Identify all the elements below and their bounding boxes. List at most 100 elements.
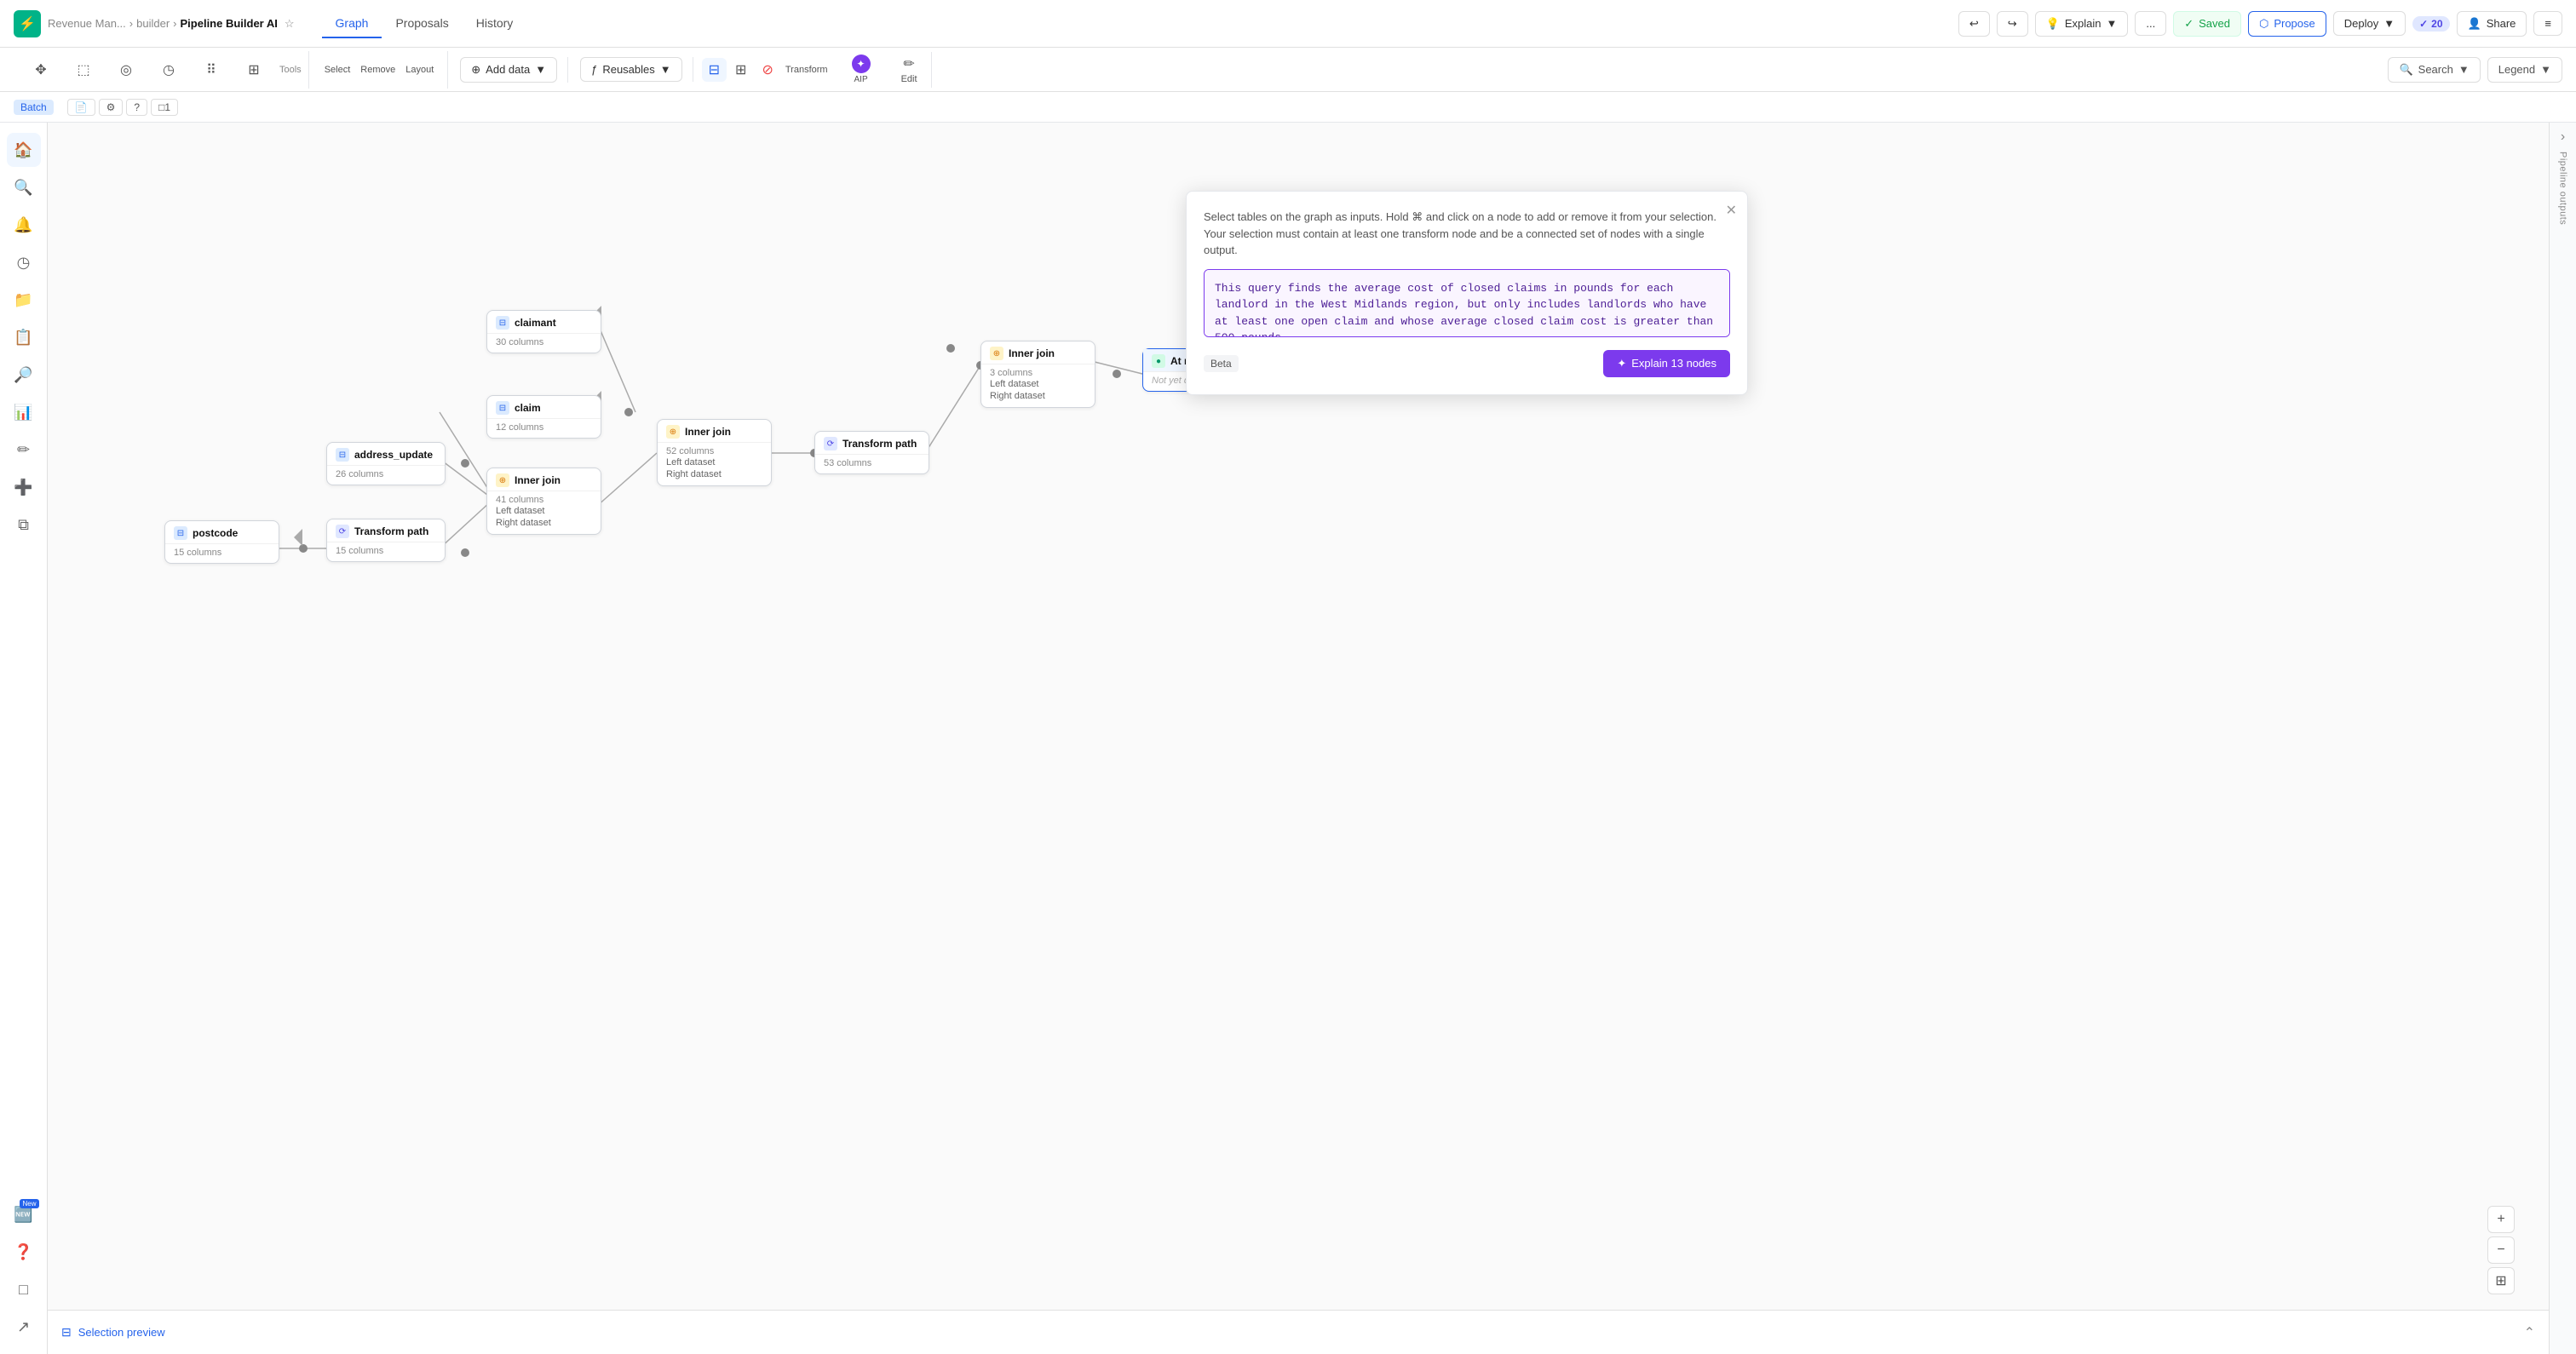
zoom-fit-button[interactable]: ⊞ [2487,1267,2515,1294]
popup-footer: Beta ✦ Explain 13 nodes [1204,350,1730,377]
explain-button[interactable]: 💡 Explain ▼ [2035,11,2129,37]
transform-node-icon2: ⟳ [824,437,837,450]
select-tool-button[interactable]: ⬚ [63,51,104,89]
target-icon: ◎ [120,61,132,78]
target-tool-button[interactable]: ◎ [106,51,147,89]
deploy-button[interactable]: Deploy ▼ [2333,11,2406,36]
sidebar-item-arrow[interactable]: ↗ [7,1310,41,1344]
breadcrumb-parent[interactable]: Revenue Man... [48,17,126,30]
selection-preview-label: Selection preview [78,1326,165,1339]
sidebar-item-layers[interactable]: ⧉ [7,508,41,542]
new-badge-label: New [20,1199,38,1208]
aip-icon: ✦ [852,55,871,73]
transform-stack-button[interactable]: ⊟ [702,58,727,82]
node-address-update[interactable]: ⊟ address_update 26 columns [326,442,446,485]
sidebar-item-table[interactable]: 📋 [7,320,41,354]
layout-num-btn[interactable]: □1 [151,99,178,116]
sidebar-item-search[interactable]: 🔍 [7,170,41,204]
aip-button[interactable]: ✦ AIP [843,51,879,88]
add-data-icon: ⊕ [471,63,480,77]
star-icon[interactable]: ☆ [285,17,295,31]
sidebar-item-new[interactable]: 🆕 New [7,1197,41,1231]
breadcrumb-sep1: › [129,17,133,30]
transform-table-button[interactable]: ⊞ [728,58,753,82]
search-button[interactable]: 🔍 Search ▼ [2388,57,2480,83]
help-btn[interactable]: ? [126,99,147,116]
sidebar-item-help[interactable]: ❓ [7,1235,41,1269]
saved-button[interactable]: ✓ Saved [2173,11,2241,37]
menu-button[interactable]: ≡ [2533,11,2562,36]
node-claim[interactable]: ⊟ claim 12 columns [486,395,601,439]
explain-icon: 💡 [2046,17,2060,31]
more-button[interactable]: ... [2135,11,2166,36]
subheader-buttons: 📄 ⚙ ? □1 [67,99,178,116]
node-inner-join3-right: Right dataset [990,390,1086,402]
node-inner-join-3[interactable]: ⊕ Inner join 3 columns Left dataset Righ… [980,341,1095,408]
sidebar-item-recent[interactable]: ◷ [7,245,41,279]
undo-button[interactable]: ↩ [1958,11,1990,37]
join-node-icon3: ⊕ [990,347,1003,360]
collapse-button[interactable]: ⌃ [2524,1324,2535,1341]
search-icon: 🔍 [2399,63,2412,77]
tools-group: ✥ ⬚ ◎ ◷ ⠿ ⊞ Tools [14,51,309,89]
explain-btn-icon: ✦ [1617,357,1626,370]
file-icon-btn[interactable]: 📄 [67,99,95,116]
grid-tool-button[interactable]: ⊞ [233,51,274,89]
edit-button[interactable]: ✏ Edit [894,52,924,88]
sidebar-item-home[interactable]: 🏠 [7,133,41,167]
right-panel: › Pipeline outputs [2549,123,2576,1354]
redo-button[interactable]: ↪ [1997,11,2028,37]
node-inner-join-1[interactable]: ⊕ Inner join 41 columns Left dataset Rig… [486,468,601,535]
node-inner-join-2[interactable]: ⊕ Inner join 52 columns Left dataset Rig… [657,419,772,486]
node-inner-join2-left: Left dataset [666,456,762,468]
node-inner-join1-meta: 41 columns [496,495,592,505]
sidebar-item-bell[interactable]: 🔔 [7,208,41,242]
sidebar-item-chart[interactable]: 📊 [7,395,41,429]
legend-button[interactable]: Legend ▼ [2487,57,2562,83]
node-transform-path-main[interactable]: ⟳ Transform path 53 columns [814,431,929,474]
zoom-in-button[interactable]: + [2487,1206,2515,1233]
clock-tool-button[interactable]: ◷ [148,51,189,89]
popup-query-textarea[interactable]: This query finds the average cost of clo… [1204,269,1730,337]
node-claimant[interactable]: ⊟ claimant 30 columns [486,310,601,353]
transform-group: ⊟ ⊞ ⊘ Transform [695,58,835,82]
reusables-button[interactable]: ƒ Reusables ▼ [580,57,682,82]
sidebar-item-search2[interactable]: 🔎 [7,358,41,392]
node-transform-left-title: Transform path [354,525,428,537]
node-postcode[interactable]: ⊟ postcode 15 columns [164,520,279,564]
zoom-out-button[interactable]: − [2487,1236,2515,1264]
sidebar-item-folder[interactable]: 📁 [7,283,41,317]
pipeline-outputs-label: Pipeline outputs [2558,152,2568,225]
settings-btn[interactable]: ⚙ [99,99,124,116]
sidebar-item-draw[interactable]: ✏ [7,433,41,467]
grid-icon: ⊞ [248,61,259,78]
tab-graph[interactable]: Graph [322,9,382,38]
right-panel-toggle[interactable]: › [2561,129,2565,145]
table-node-icon2: ⊟ [496,401,509,415]
table-node-icon3: ⊟ [336,448,349,462]
left-sidebar: 🏠 🔍 🔔 ◷ 📁 📋 🔎 📊 ✏ ➕ ⧉ 🆕 New ❓ □ ↗ [0,123,48,1354]
node-transform-path-left[interactable]: ⟳ Transform path 15 columns [326,519,446,562]
share-button[interactable]: 👤 Share [2457,11,2527,37]
zoom-controls: + − ⊞ [2487,1206,2515,1294]
breadcrumb-builder[interactable]: builder [136,17,170,30]
sidebar-item-plus[interactable]: ➕ [7,470,41,504]
node-claim-meta: 12 columns [496,422,592,433]
edit-icon: ✏ [903,55,914,72]
dots-tool-button[interactable]: ⠿ [191,51,232,89]
move-tool-button[interactable]: ✥ [20,51,61,89]
explain-nodes-button[interactable]: ✦ Explain 13 nodes [1603,350,1730,377]
node-inner-join2-right: Right dataset [666,468,762,480]
table-node-icon4: ⊟ [174,526,187,540]
clock-icon: ◷ [163,61,175,78]
propose-button[interactable]: ⬡ Propose [2248,11,2326,37]
tab-history[interactable]: History [463,9,527,38]
table-node-icon: ⊟ [496,316,509,330]
check-icon: ✓ [2184,17,2194,31]
popup-close-button[interactable]: ✕ [1726,202,1737,219]
transform-stop-button[interactable]: ⊘ [755,58,779,82]
top-navigation: ⚡ Revenue Man... › builder › Pipeline Bu… [0,0,2576,48]
tab-proposals[interactable]: Proposals [382,9,462,38]
add-data-button[interactable]: ⊕ Add data ▼ [460,57,557,83]
sidebar-item-box[interactable]: □ [7,1272,41,1306]
